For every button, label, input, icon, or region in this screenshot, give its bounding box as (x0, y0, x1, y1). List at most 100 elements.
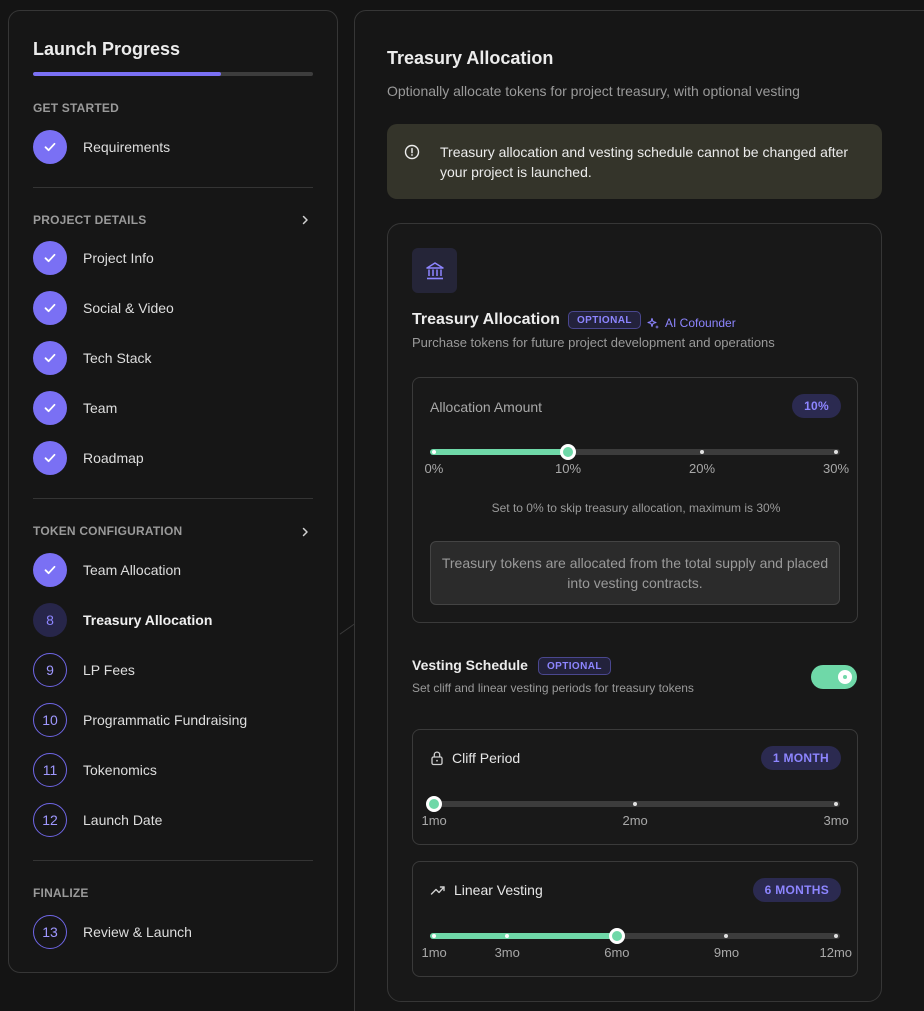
step-label: Social & Video (83, 300, 174, 316)
check-icon (33, 241, 67, 275)
vesting-toggle[interactable] (811, 665, 857, 689)
vesting-title: Vesting Schedule (412, 657, 528, 673)
linear-label: Linear Vesting (454, 882, 543, 898)
sidebar-step-team-allocation[interactable]: Team Allocation (33, 553, 181, 587)
step-label: Review & Launch (83, 924, 192, 940)
allocation-slider[interactable]: 0% 10% 20% 30% (425, 444, 849, 476)
allocation-amount-box: Allocation Amount 10% 0% 10% 20% 30% Set to… (412, 377, 858, 623)
cliff-slider[interactable]: 1mo 2mo 3mo (422, 796, 849, 828)
launch-progress-bar (33, 72, 313, 76)
sidebar-step-project-info[interactable]: Project Info (33, 241, 154, 275)
step-label: Team Allocation (83, 562, 182, 578)
sidebar-step-roadmap[interactable]: Roadmap (33, 441, 144, 475)
slider-tick (834, 934, 838, 938)
slider-tick-label: 1mo (421, 945, 447, 960)
slider-thumb[interactable] (608, 928, 625, 944)
step-number: 10 (33, 703, 67, 737)
lock-icon (431, 751, 443, 766)
slider-tick-label: 30% (823, 461, 850, 476)
card-subtitle: Purchase tokens for future project devel… (412, 335, 775, 350)
step-label: Roadmap (83, 450, 144, 466)
slider-tick-label: 10% (555, 461, 582, 476)
toggle-knob (838, 670, 852, 684)
step-number: 12 (33, 803, 67, 837)
sidebar-step-review-launch[interactable]: 13 Review & Launch (33, 915, 192, 949)
sidebar-title: Launch Progress (33, 39, 181, 59)
vesting-subtitle: Set cliff and linear vesting periods for… (412, 681, 694, 695)
step-number: 8 (33, 603, 67, 637)
trending-up-icon (430, 886, 445, 895)
linear-value-badge: 6 MONTHS (752, 878, 841, 902)
cliff-value-badge: 1 MONTH (760, 746, 841, 770)
slider-tick (834, 450, 838, 454)
step-label: LP Fees (83, 662, 135, 678)
divider (33, 498, 313, 499)
linear-label-row: Linear Vesting (430, 882, 543, 898)
cliff-period-box: Cliff Period 1 MONTH 1mo 2mo 3mo (412, 729, 858, 845)
sidebar-step-social-video[interactable]: Social & Video (33, 291, 174, 325)
launch-progress-fill (33, 72, 221, 76)
slider-tick-label: 2mo (622, 813, 648, 828)
check-icon (33, 130, 67, 164)
cliff-label-row: Cliff Period (430, 750, 520, 766)
sidebar-step-treasury-allocation[interactable]: 8 Treasury Allocation (33, 603, 212, 637)
allocation-label: Allocation Amount (430, 399, 543, 415)
allocation-value-badge: 10% (792, 394, 841, 418)
slider-tick-label: 6mo (604, 945, 630, 960)
chevron-right-icon[interactable] (299, 214, 311, 226)
ai-cofounder-link[interactable]: AI Cofounder (647, 316, 736, 330)
divider (33, 860, 313, 861)
sidebar-step-tech-stack[interactable]: Tech Stack (33, 341, 151, 375)
slider-tick-label: 1mo (421, 813, 447, 828)
slider-tick (834, 802, 838, 806)
sidebar-step-requirements[interactable]: Requirements (33, 130, 170, 164)
check-icon (33, 391, 67, 425)
linear-vesting-slider[interactable]: 1mo 3mo 6mo 9mo 12mo (422, 928, 852, 960)
slider-tick-label: 3mo (494, 945, 520, 960)
slider-thumb[interactable] (426, 796, 442, 812)
warning-banner: Treasury allocation and vesting schedule… (387, 124, 882, 199)
slider-thumb[interactable] (560, 444, 576, 460)
step-number: 11 (33, 753, 67, 787)
step-label: Requirements (83, 139, 171, 155)
step-label: Tech Stack (83, 350, 152, 366)
sparkles-icon (647, 317, 659, 329)
slider-tick-label: 20% (689, 461, 716, 476)
warning-text: Treasury allocation and vesting schedule… (440, 144, 849, 180)
card-title: Treasury Allocation (412, 311, 560, 328)
alert-circle-icon (404, 144, 420, 160)
slider-tick-label: 0% (424, 461, 444, 476)
step-label: Programmatic Fundraising (83, 712, 248, 728)
slider-tick-label: 12mo (819, 945, 853, 960)
slider-tick (633, 802, 637, 806)
chevron-right-icon[interactable] (299, 526, 311, 538)
section-token-configuration[interactable]: TOKEN CONFIGURATION (33, 524, 182, 538)
step-number: 13 (33, 915, 67, 949)
section-project-details[interactable]: PROJECT DETAILS (33, 213, 146, 227)
step-label: Tokenomics (83, 762, 157, 778)
linear-vesting-box: Linear Vesting 6 MONTHS 1mo 3mo 6mo 9mo 12mo (412, 861, 858, 977)
page-title: Treasury Allocation (387, 48, 554, 68)
slider-tick (432, 934, 436, 938)
treasury-card: Treasury Allocation OPTIONAL AI Cofounde… (387, 223, 882, 1002)
check-icon (33, 291, 67, 325)
treasury-allocation-panel: Treasury Allocation Optionally allocate … (354, 10, 924, 1011)
sidebar-step-launch-date[interactable]: 12 Launch Date (33, 803, 162, 837)
check-icon (33, 553, 67, 587)
cliff-label: Cliff Period (452, 750, 521, 766)
step-label: Project Info (83, 250, 154, 266)
sidebar-step-programmatic-fundraising[interactable]: 10 Programmatic Fundraising (33, 703, 247, 737)
sidebar-step-team[interactable]: Team (33, 391, 117, 425)
slider-tick (724, 934, 729, 938)
optional-badge: OPTIONAL (568, 311, 641, 329)
launch-progress-sidebar: Launch Progress GET STARTED Requirements… (8, 10, 338, 973)
allocation-note: Treasury tokens are allocated from the t… (430, 541, 840, 605)
check-icon (33, 341, 67, 375)
sidebar-step-tokenomics[interactable]: 11 Tokenomics (33, 753, 157, 787)
sidebar-step-lp-fees[interactable]: 9 LP Fees (33, 653, 135, 687)
section-get-started: GET STARTED (33, 101, 119, 115)
slider-tick (700, 450, 704, 454)
step-label: Launch Date (83, 812, 163, 828)
optional-badge: OPTIONAL (538, 657, 611, 675)
divider (33, 187, 313, 188)
